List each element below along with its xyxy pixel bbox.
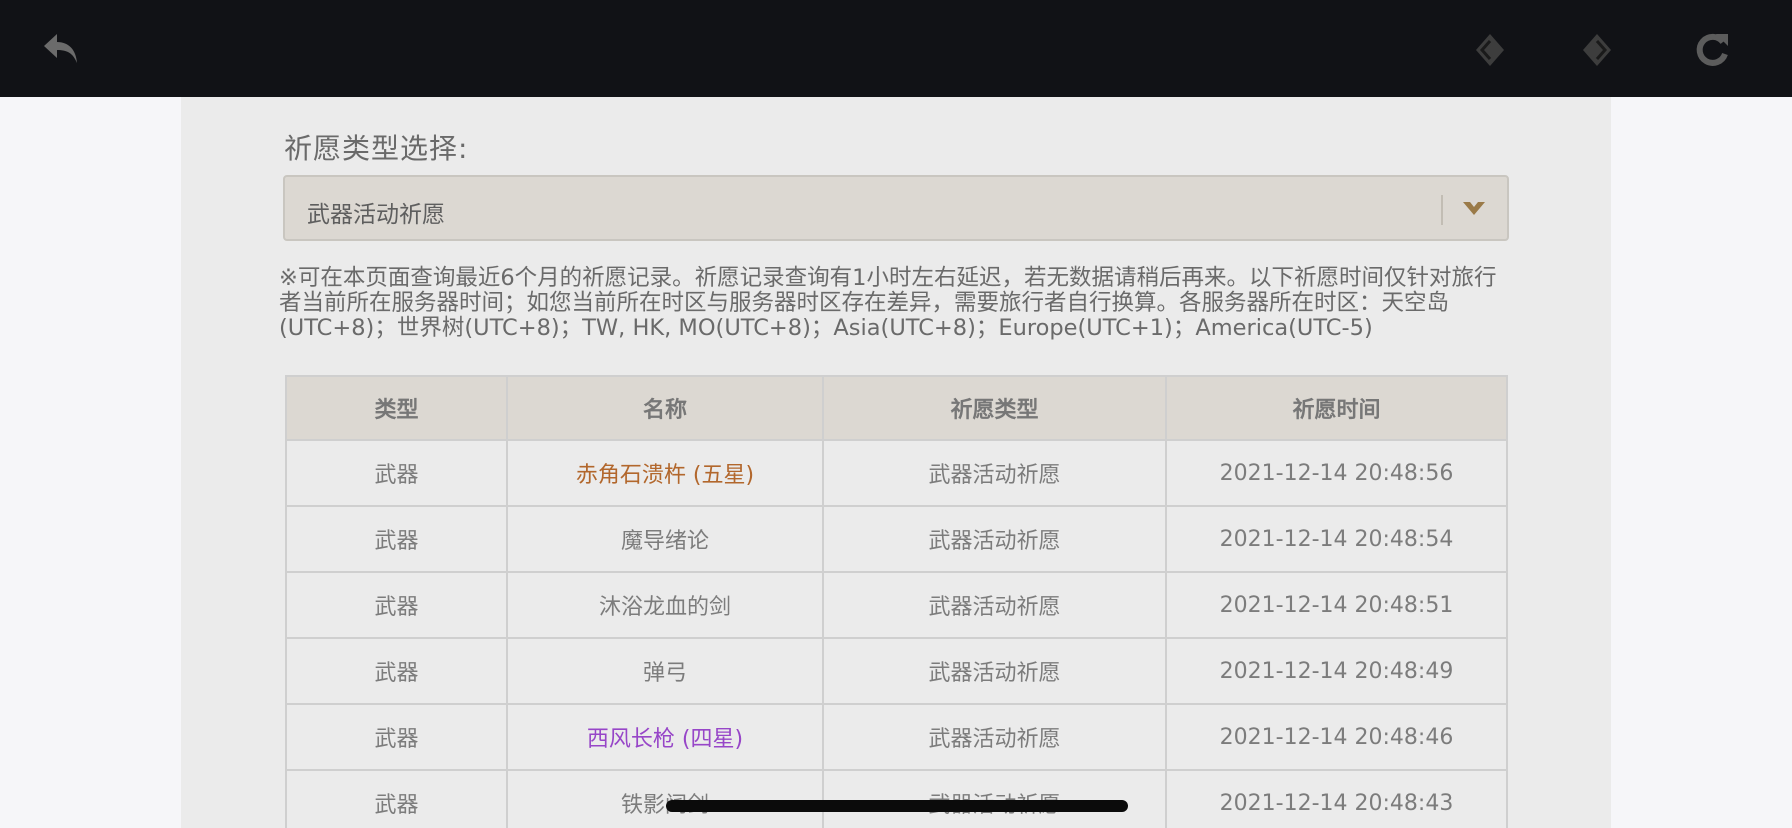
table-row: 武器 魔导绪论 武器活动祈愿 2021-12-14 20:48:54 bbox=[285, 505, 1508, 573]
wish-history-panel: 祈愿类型选择: 武器活动祈愿 ※可在本页面查询最近6个月的祈愿记录。祈愿记录查询… bbox=[181, 97, 1611, 828]
select-divider bbox=[1441, 195, 1443, 225]
cell-time: 2021-12-14 20:48:43 bbox=[1165, 769, 1508, 828]
cell-type: 武器 bbox=[285, 439, 508, 507]
cell-wish-type: 武器活动祈愿 bbox=[822, 505, 1167, 573]
wish-type-select[interactable]: 武器活动祈愿 bbox=[283, 175, 1509, 241]
table-row: 武器 铁影阔剑 武器活动祈愿 2021-12-14 20:48:43 bbox=[285, 769, 1508, 828]
top-toolbar bbox=[0, 0, 1792, 97]
table-row: 武器 西风长枪 (四星) 武器活动祈愿 2021-12-14 20:48:46 bbox=[285, 703, 1508, 771]
home-indicator[interactable] bbox=[666, 800, 1128, 812]
cell-type: 武器 bbox=[285, 637, 508, 705]
wish-type-selected-value: 武器活动祈愿 bbox=[307, 202, 445, 228]
header-name: 名称 bbox=[506, 375, 824, 441]
header-type: 类型 bbox=[285, 375, 508, 441]
refresh-icon[interactable] bbox=[1690, 28, 1734, 72]
cell-name: 弹弓 bbox=[506, 637, 824, 705]
table-row: 武器 沐浴龙血的剑 武器活动祈愿 2021-12-14 20:48:51 bbox=[285, 571, 1508, 639]
cell-time: 2021-12-14 20:48:51 bbox=[1165, 571, 1508, 639]
chevron-down-icon[interactable] bbox=[1461, 199, 1487, 223]
cell-wish-type: 武器活动祈愿 bbox=[822, 703, 1167, 771]
cell-name: 西风长枪 (四星) bbox=[506, 703, 824, 771]
cell-type: 武器 bbox=[285, 769, 508, 828]
cell-name: 铁影阔剑 bbox=[506, 769, 824, 828]
cell-time: 2021-12-14 20:48:49 bbox=[1165, 637, 1508, 705]
cell-time: 2021-12-14 20:48:56 bbox=[1165, 439, 1508, 507]
header-wish-time: 祈愿时间 bbox=[1165, 375, 1508, 441]
cell-name: 沐浴龙血的剑 bbox=[506, 571, 824, 639]
notice-text: ※可在本页面查询最近6个月的祈愿记录。祈愿记录查询有1小时左右延迟，若无数据请稍… bbox=[279, 265, 1497, 341]
cell-time: 2021-12-14 20:48:46 bbox=[1165, 703, 1508, 771]
table-row: 武器 弹弓 武器活动祈愿 2021-12-14 20:48:49 bbox=[285, 637, 1508, 705]
cell-wish-type: 武器活动祈愿 bbox=[822, 571, 1167, 639]
cell-type: 武器 bbox=[285, 571, 508, 639]
header-wish-type: 祈愿类型 bbox=[822, 375, 1167, 441]
next-diamond-icon[interactable] bbox=[1577, 28, 1621, 72]
prev-diamond-icon[interactable] bbox=[1466, 28, 1510, 72]
back-arrow-icon[interactable] bbox=[40, 28, 84, 72]
cell-wish-type: 武器活动祈愿 bbox=[822, 439, 1167, 507]
cell-time: 2021-12-14 20:48:54 bbox=[1165, 505, 1508, 573]
wish-type-label: 祈愿类型选择: bbox=[284, 132, 469, 165]
wish-records-table: 类型 名称 祈愿类型 祈愿时间 武器 赤角石溃杵 (五星) 武器活动祈愿 202… bbox=[285, 375, 1508, 828]
cell-type: 武器 bbox=[285, 505, 508, 573]
cell-name: 赤角石溃杵 (五星) bbox=[506, 439, 824, 507]
table-row: 武器 赤角石溃杵 (五星) 武器活动祈愿 2021-12-14 20:48:56 bbox=[285, 439, 1508, 507]
table-header-row: 类型 名称 祈愿类型 祈愿时间 bbox=[285, 375, 1508, 441]
cell-type: 武器 bbox=[285, 703, 508, 771]
cell-wish-type: 武器活动祈愿 bbox=[822, 637, 1167, 705]
cell-wish-type: 武器活动祈愿 bbox=[822, 769, 1167, 828]
cell-name: 魔导绪论 bbox=[506, 505, 824, 573]
